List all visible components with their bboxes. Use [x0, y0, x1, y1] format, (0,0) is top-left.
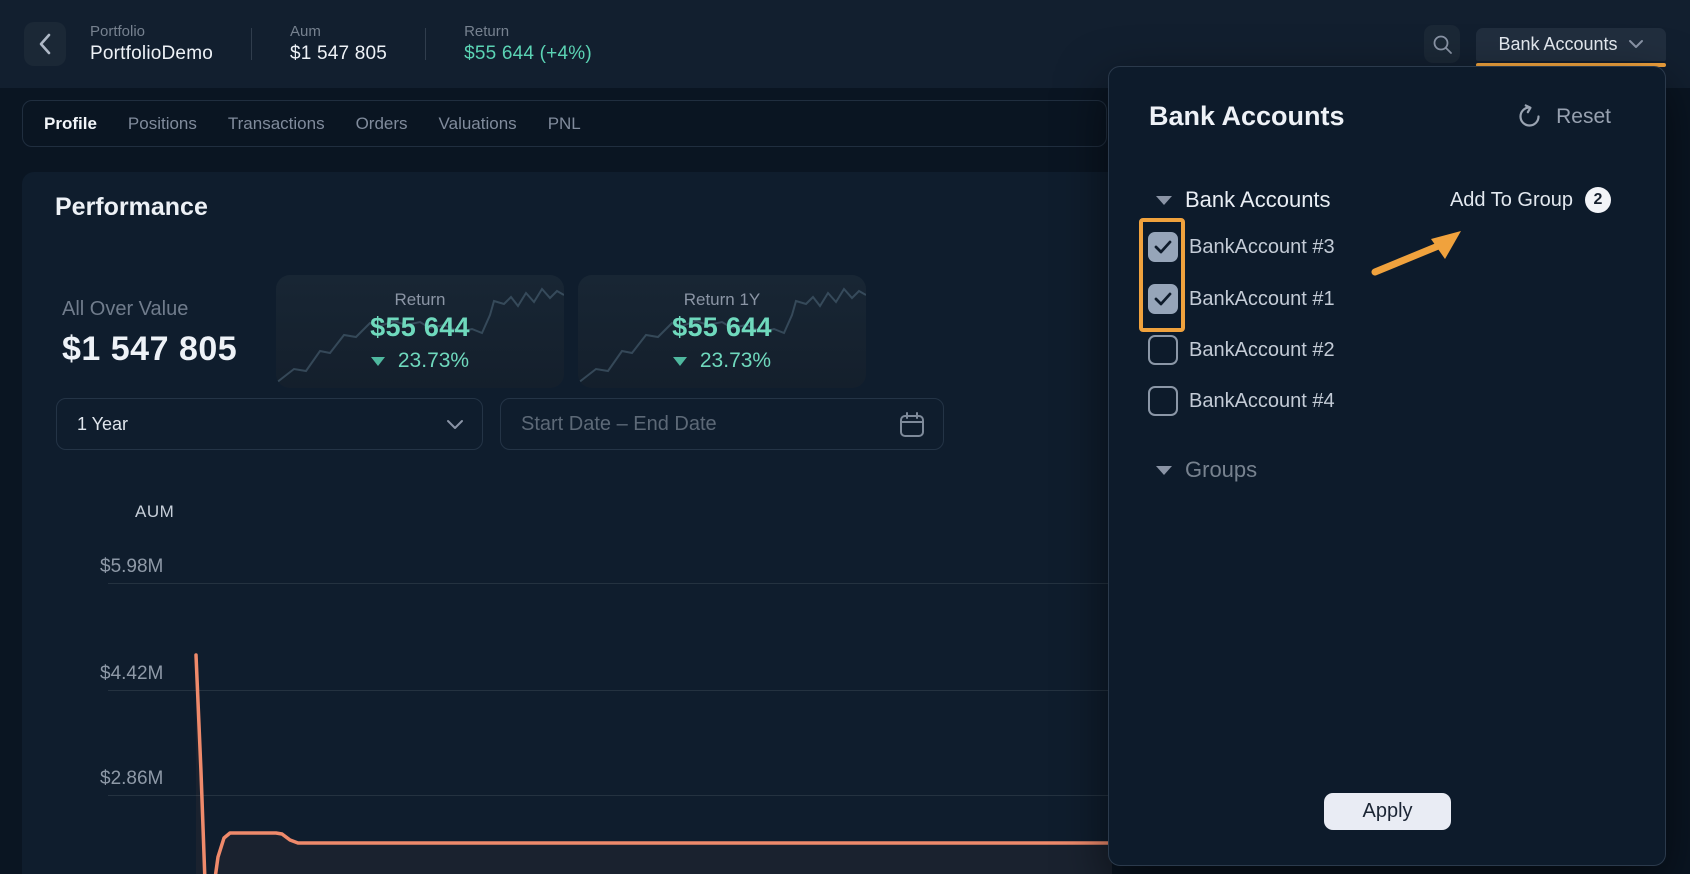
checkbox-checked[interactable] [1148, 284, 1178, 314]
header-divider [251, 28, 252, 60]
aum-value: $1 547 805 [290, 43, 387, 65]
return-card-delta: 23.73% [371, 349, 469, 373]
tab-bar: Profile Positions Transactions Orders Va… [22, 100, 1107, 147]
all-over-value-label: All Over Value [62, 298, 188, 321]
checkbox-checked[interactable] [1148, 232, 1178, 262]
period-select[interactable]: 1 Year [56, 398, 483, 450]
add-to-group-label: Add To Group [1450, 189, 1573, 212]
chart-axis-label: AUM [135, 502, 174, 522]
chevron-down-icon [1628, 39, 1644, 49]
groups-section-header: Groups [1109, 457, 1665, 483]
bank-accounts-dropdown-label: Bank Accounts [1498, 34, 1617, 55]
add-to-group-button[interactable]: Add To Group 2 [1450, 187, 1611, 213]
performance-panel: Performance All Over Value $1 547 805 Re… [22, 172, 1112, 874]
search-icon [1432, 34, 1453, 55]
reset-button[interactable]: Reset [1516, 103, 1611, 130]
search-button[interactable] [1424, 25, 1460, 63]
annotation-arrow-icon [1361, 226, 1471, 284]
portfolio-label: Portfolio [90, 23, 213, 40]
all-over-value: $1 547 805 [62, 330, 237, 369]
calendar-icon [899, 411, 925, 438]
return-1y-card-label: Return 1Y [684, 290, 761, 310]
selected-count-badge: 2 [1585, 187, 1611, 213]
portfolio-value: PortfolioDemo [90, 43, 213, 65]
bank-accounts-dropdown[interactable]: Bank Accounts [1476, 28, 1666, 61]
tab-orders[interactable]: Orders [356, 114, 408, 134]
triangle-down-icon [673, 357, 687, 366]
tab-positions[interactable]: Positions [128, 114, 197, 134]
portfolio-stat: Portfolio PortfolioDemo [90, 23, 213, 65]
return-1y-card-delta: 23.73% [673, 349, 771, 373]
tab-transactions[interactable]: Transactions [228, 114, 325, 134]
triangle-down-icon [371, 357, 385, 366]
bank-accounts-filter-panel: Bank Accounts Reset Bank Accounts Add To… [1108, 66, 1666, 866]
return-card: Return $55 644 23.73% [276, 275, 564, 388]
aum-label: Aum [290, 23, 387, 40]
filter-panel-title: Bank Accounts [1149, 101, 1345, 132]
accounts-section-label: Bank Accounts [1185, 187, 1331, 213]
collapse-chevron-icon[interactable] [1156, 196, 1172, 205]
collapse-chevron-icon[interactable] [1156, 466, 1172, 475]
aum-stat: Aum $1 547 805 [290, 23, 387, 65]
checkmark-icon [1154, 240, 1172, 254]
account-row-bankaccount-4[interactable]: BankAccount #4 [1148, 386, 1335, 416]
period-select-value: 1 Year [77, 414, 128, 435]
return-1y-card-value: $55 644 [672, 312, 772, 343]
return-card-label: Return [394, 290, 445, 310]
return-1y-card: Return 1Y $55 644 23.73% [578, 275, 866, 388]
aum-line [196, 655, 1112, 874]
return-value: $55 644 (+4%) [464, 43, 592, 65]
reset-refresh-icon [1516, 103, 1543, 130]
groups-section-label: Groups [1185, 457, 1257, 483]
header-divider [425, 28, 426, 60]
back-button[interactable] [24, 22, 66, 66]
checkbox-unchecked[interactable] [1148, 335, 1178, 365]
tab-valuations[interactable]: Valuations [439, 114, 517, 134]
aum-line-chart [84, 552, 1112, 874]
tab-profile[interactable]: Profile [44, 114, 97, 134]
chevron-down-icon [446, 419, 464, 430]
return-label: Return [464, 23, 592, 40]
account-row-bankaccount-3[interactable]: BankAccount #3 [1148, 232, 1335, 262]
date-range-placeholder: Start Date – End Date [521, 413, 717, 436]
accounts-section-header: Bank Accounts Add To Group 2 [1109, 187, 1665, 213]
tab-pnl[interactable]: PNL [548, 114, 581, 134]
account-row-bankaccount-1[interactable]: BankAccount #1 [1148, 284, 1335, 314]
apply-button[interactable]: Apply [1324, 793, 1451, 830]
checkbox-unchecked[interactable] [1148, 386, 1178, 416]
return-card-value: $55 644 [370, 312, 470, 343]
return-stat: Return $55 644 (+4%) [464, 23, 592, 65]
checkmark-icon [1154, 292, 1172, 306]
chevron-left-icon [38, 33, 52, 55]
date-range-input[interactable]: Start Date – End Date [500, 398, 944, 450]
account-row-bankaccount-2[interactable]: BankAccount #2 [1148, 335, 1335, 365]
aum-area [196, 655, 1112, 874]
reset-label: Reset [1556, 105, 1611, 129]
performance-title: Performance [55, 193, 208, 222]
